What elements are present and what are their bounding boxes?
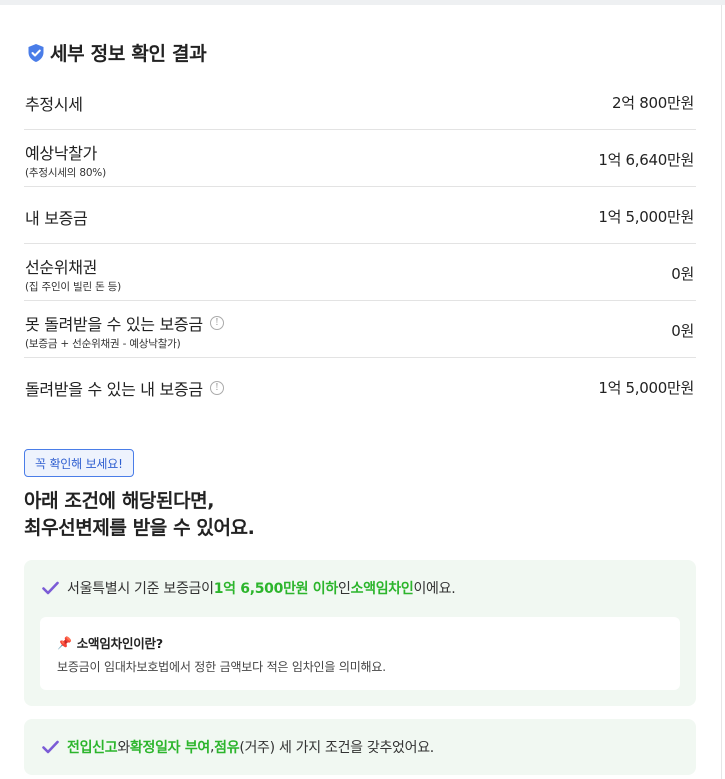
condition-box-registration: 전입신고 와 확정일자 부여, 점유 (거주) 세 가지 조건을 갖추었어요. bbox=[24, 719, 696, 775]
check-icon bbox=[42, 740, 59, 754]
headline-line-1: 아래 조건에 해당된다면, bbox=[24, 490, 215, 512]
headline-line-2: 최우선변제를 받을 수 있어요. bbox=[24, 517, 255, 539]
info-icon[interactable]: ! bbox=[209, 381, 224, 395]
section-heading: 세부 정보 확인 결과 bbox=[27, 39, 207, 66]
pushpin-icon: 📌 bbox=[57, 635, 72, 650]
condition-text: 전입신고 와 확정일자 부여, 점유 (거주) 세 가지 조건을 갖추었어요. bbox=[42, 737, 434, 757]
row-value: 0원 bbox=[671, 265, 694, 283]
row-value: 1억 5,000만원 bbox=[598, 208, 694, 226]
row-label: 못 돌려받을 수 있는 보증금 ! bbox=[25, 311, 224, 335]
condition-headline: 아래 조건에 해당된다면, 최우선변제를 받을 수 있어요. bbox=[24, 488, 255, 542]
row-sublabel: (보증금 + 선순위채권 - 예상낙찰가) bbox=[25, 338, 181, 350]
row-value: 1억 5,000만원 bbox=[598, 379, 694, 397]
condition-box-small-tenant: 서울특별시 기준 보증금이 1억 6,500만원 이하 인 소액임차인 이에요. 📌… bbox=[24, 560, 696, 706]
row-label: 예상낙찰가 bbox=[25, 144, 98, 163]
note-title: 📌 소액임차인이란? bbox=[57, 635, 163, 652]
row-value: 2억 800만원 bbox=[612, 94, 694, 112]
row-sublabel: (집 주인이 빌린 돈 등) bbox=[25, 281, 122, 293]
row-label: 내 보증금 bbox=[25, 209, 88, 228]
detail-row-my-deposit: 내 보증금 1억 5,000만원 bbox=[24, 187, 696, 244]
row-sublabel: (추정시세의 80%) bbox=[25, 167, 106, 179]
shield-check-icon bbox=[28, 43, 44, 62]
detail-row-senior-debt: 선순위채권 (집 주인이 빌린 돈 등) 0원 bbox=[24, 244, 696, 301]
detail-row-unrecoverable-deposit: 못 돌려받을 수 있는 보증금 ! (보증금 + 선순위채권 - 예상낙찰가) … bbox=[24, 301, 696, 358]
row-value: 0원 bbox=[671, 322, 694, 340]
check-icon bbox=[42, 581, 59, 595]
check-tag-badge: 꼭 확인해 보세요! bbox=[24, 449, 134, 477]
detail-rows: 추정시세 2억 800만원 예상낙찰가 (추정시세의 80%) 1억 6,640… bbox=[24, 73, 696, 415]
detail-row-expected-bid: 예상낙찰가 (추정시세의 80%) 1억 6,640만원 bbox=[24, 130, 696, 187]
detail-row-estimated-price: 추정시세 2억 800만원 bbox=[24, 73, 696, 130]
detail-row-recoverable-deposit: 돌려받을 수 있는 내 보증금 ! 1억 5,000만원 bbox=[24, 358, 696, 415]
condition-text: 서울특별시 기준 보증금이 1억 6,500만원 이하 인 소액임차인 이에요. bbox=[42, 578, 456, 598]
row-label: 돌려받을 수 있는 내 보증금 ! bbox=[25, 376, 224, 400]
info-icon[interactable]: ! bbox=[209, 316, 224, 330]
section-title: 세부 정보 확인 결과 bbox=[50, 43, 207, 65]
row-label: 추정시세 bbox=[25, 95, 83, 114]
row-label: 선순위채권 bbox=[25, 258, 98, 277]
row-value: 1억 6,640만원 bbox=[598, 151, 694, 169]
definition-note: 📌 소액임차인이란? 보증금이 임대차보호법에서 정한 금액보다 적은 임차인을… bbox=[40, 617, 680, 690]
note-body: 보증금이 임대차보호법에서 정한 금액보다 적은 임차인을 의미해요. bbox=[57, 660, 386, 674]
